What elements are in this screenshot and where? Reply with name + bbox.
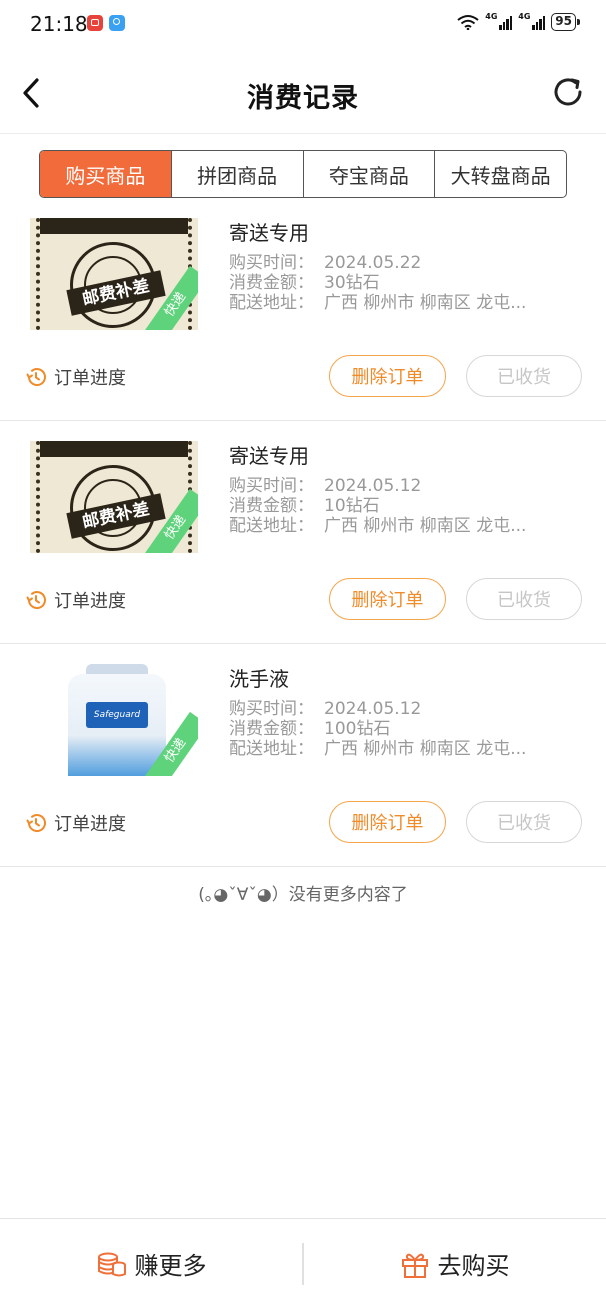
delete-order-button[interactable]: 删除订单 (329, 801, 446, 843)
wifi-icon (457, 15, 479, 30)
order-card: Safeguard 快递 洗手液 购买时间： 2024.05.12 消费金额： 10… (0, 644, 606, 867)
order-list: 邮费补差 快递 寄送专用 购买时间： 2024.05.22 消费金额： 30钻石 配… (0, 198, 606, 867)
delivery-address: 配送地址： 广西 柳州市 柳南区 龙屯... (229, 739, 527, 759)
delivery-address: 配送地址： 广西 柳州市 柳南区 龙屯... (229, 516, 527, 536)
product-image-postage-stamp[interactable]: 邮费补差 快递 (30, 218, 198, 330)
delete-order-button[interactable]: 删除订单 (329, 578, 446, 620)
order-progress-link[interactable]: 订单进度 (24, 364, 126, 390)
cell-signal-icon-2: 4G (518, 12, 546, 30)
refresh-icon (554, 78, 582, 106)
page-title: 消费记录 (247, 83, 359, 114)
order-card: 邮费补差 快递 寄送专用 购买时间： 2024.05.12 消费金额： 10钻石 配… (0, 421, 606, 644)
tab-treasure[interactable]: 夺宝商品 (304, 151, 436, 197)
notification-app-icon (87, 15, 103, 31)
status-indicators: 4G 4G 95 (457, 12, 580, 31)
battery-indicator: 95 (551, 13, 580, 31)
order-progress-link[interactable]: 订单进度 (24, 810, 126, 836)
soap-brand-label: Safeguard (86, 702, 148, 728)
product-image-hand-soap[interactable]: Safeguard 快递 (30, 664, 198, 776)
earn-more-button[interactable]: 赚更多 (0, 1219, 303, 1308)
delete-order-button[interactable]: 删除订单 (329, 355, 446, 397)
product-name: 寄送专用 (229, 221, 309, 245)
tab-wheel[interactable]: 大转盘商品 (435, 151, 566, 197)
cell-signal-icon-1: 4G (485, 12, 513, 30)
received-button[interactable]: 已收货 (466, 801, 582, 843)
product-name: 寄送专用 (229, 444, 309, 468)
coins-icon (97, 1252, 126, 1276)
category-tabs: 购买商品 拼团商品 夺宝商品 大转盘商品 (39, 150, 567, 198)
refresh-button[interactable] (548, 72, 588, 112)
product-name: 洗手液 (229, 667, 289, 691)
go-buy-label: 去购买 (437, 1252, 510, 1280)
bottom-divider (302, 1243, 304, 1285)
status-bar: 21:18 4G 4G 95 (0, 0, 606, 50)
order-card: 邮费补差 快递 寄送专用 购买时间： 2024.05.22 消费金额： 30钻石 配… (0, 198, 606, 421)
received-button[interactable]: 已收货 (466, 578, 582, 620)
order-progress-link[interactable]: 订单进度 (24, 587, 126, 613)
no-more-content-hint: (｡◕ˇ∀ˇ◕）没有更多内容了 (198, 885, 408, 905)
gift-icon (401, 1253, 428, 1278)
bottom-bar: 赚更多 去购买 (0, 1218, 606, 1308)
go-buy-button[interactable]: 去购买 (303, 1219, 606, 1308)
tab-group-buy[interactable]: 拼团商品 (172, 151, 304, 197)
notification-search-app-icon (109, 15, 125, 31)
product-image-postage-stamp[interactable]: 邮费补差 快递 (30, 441, 198, 553)
delivery-address: 配送地址： 广西 柳州市 柳南区 龙屯... (229, 293, 527, 313)
earn-more-label: 赚更多 (134, 1252, 207, 1280)
tab-purchased[interactable]: 购买商品 (40, 151, 172, 197)
history-clock-icon (26, 368, 46, 386)
header: 消费记录 (0, 50, 606, 134)
history-clock-icon (26, 814, 46, 832)
received-button[interactable]: 已收货 (466, 355, 582, 397)
history-clock-icon (26, 591, 46, 609)
status-time: 21:18 (30, 12, 88, 36)
